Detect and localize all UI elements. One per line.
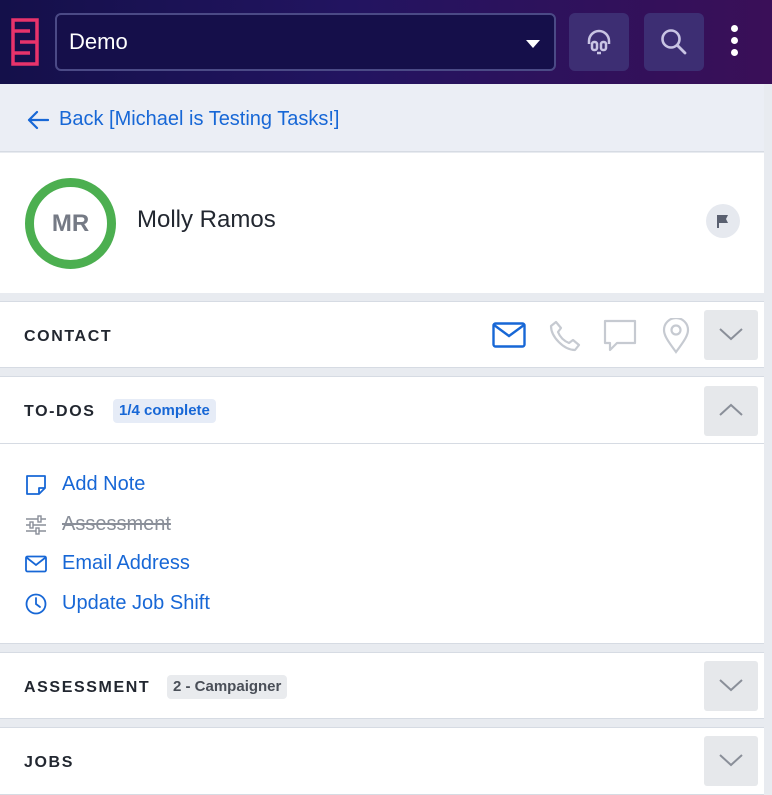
todo-item-label: Assessment	[62, 513, 171, 535]
avatar-initials: MR	[51, 209, 90, 237]
assessment-title: ASSESSMENT	[24, 679, 151, 696]
todo-item-label: Update Job Shift	[62, 592, 210, 614]
jobs-section: JOBS	[0, 727, 764, 795]
chevron-up-icon	[719, 403, 743, 416]
kebab-menu-icon[interactable]	[718, 20, 750, 64]
note-icon	[26, 474, 46, 495]
todos-header: TO-DOS 1/4 complete	[0, 377, 764, 444]
back-bar: Back [Michael is Testing Tasks!]	[0, 84, 772, 152]
arrow-left-icon	[27, 110, 49, 129]
org-select-value: Demo	[69, 29, 128, 54]
stacked-bars-logo-icon[interactable]	[10, 18, 40, 66]
todos-title: TO-DOS	[24, 403, 96, 420]
jobs-expand-button[interactable]	[704, 736, 758, 786]
todo-item-add-note[interactable]: Add Note	[25, 473, 145, 496]
chevron-down-icon	[719, 679, 743, 692]
jobs-title: JOBS	[24, 754, 74, 771]
scrollbar-track[interactable]	[764, 84, 772, 795]
location-pin-icon[interactable]	[662, 318, 690, 354]
todo-item-assessment[interactable]: Assessment	[25, 513, 171, 536]
contact-expand-button[interactable]	[704, 310, 758, 360]
todo-item-label: Email Address	[62, 552, 190, 574]
todos-collapse-button[interactable]	[704, 386, 758, 436]
sliders-icon	[26, 514, 46, 535]
org-select[interactable]: Demo	[55, 13, 556, 71]
chat-icon[interactable]	[603, 319, 637, 353]
headset-icon	[587, 29, 611, 55]
todos-progress-badge: 1/4 complete	[113, 399, 216, 423]
contact-section: CONTACT	[0, 301, 764, 368]
todo-item-label: Add Note	[62, 473, 146, 495]
flag-button[interactable]	[706, 204, 740, 238]
todos-section: TO-DOS 1/4 complete Add Note Assessment	[0, 376, 764, 644]
search-button[interactable]	[644, 13, 704, 71]
avatar: MR	[25, 178, 116, 269]
profile-card: MR Molly Ramos	[0, 153, 764, 293]
assessment-expand-button[interactable]	[704, 661, 758, 711]
phone-icon[interactable]	[548, 319, 582, 353]
chevron-down-icon	[719, 328, 743, 341]
top-header: Demo	[0, 0, 772, 84]
assessment-level-badge: 2 - Campaigner	[167, 675, 288, 699]
back-link[interactable]: Back [Michael is Testing Tasks!]	[27, 108, 340, 131]
search-icon	[661, 29, 687, 55]
profile-name: Molly Ramos	[137, 206, 276, 233]
todo-item-email-address[interactable]: Email Address	[25, 552, 190, 575]
todo-item-update-job-shift[interactable]: Update Job Shift	[25, 592, 210, 615]
support-button[interactable]	[569, 13, 629, 71]
assessment-section: ASSESSMENT 2 - Campaigner	[0, 652, 764, 719]
caret-down-icon	[526, 40, 540, 48]
email-icon[interactable]	[492, 322, 526, 348]
contact-title: CONTACT	[24, 328, 113, 345]
flag-icon	[717, 215, 728, 228]
chevron-down-icon	[719, 754, 743, 767]
back-link-label: Back [Michael is Testing Tasks!]	[59, 108, 340, 130]
email-icon	[25, 555, 47, 572]
clock-icon	[25, 593, 47, 614]
